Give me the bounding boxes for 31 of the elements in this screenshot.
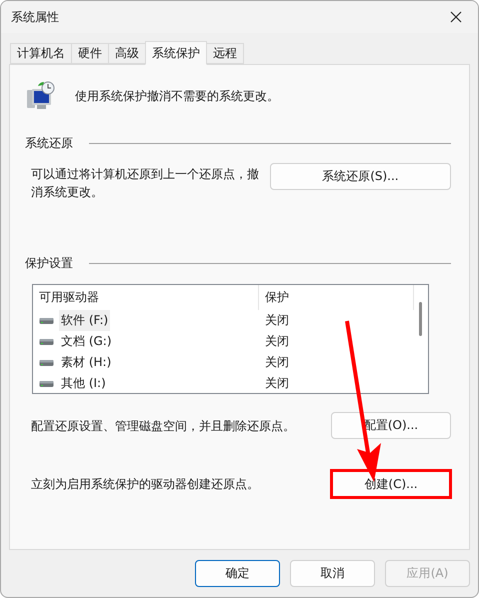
drive-icon [39,316,54,324]
column-header[interactable]: 保护 [259,285,414,310]
drive-name[interactable]: 其他 (I:) [59,373,108,393]
drive-name[interactable]: 文档 (G:) [59,331,114,352]
tab[interactable]: 计算机名 [10,43,72,64]
drive-name[interactable]: 素材 (H:) [59,352,114,373]
system-restore-button[interactable]: 系统还原(S)... [270,163,451,190]
window-title: 系统属性 [11,8,59,26]
computer-restore-icon [25,80,57,112]
drive-icon [39,358,54,366]
tab[interactable]: 高级 [108,43,146,64]
tab[interactable]: 远程 [206,43,244,64]
protection-status: 关闭 [265,375,289,392]
configure-description: 配置还原设置、管理磁盘空间，并且删除还原点。 [31,418,295,434]
intro-text: 使用系统保护撤消不需要的系统更改。 [75,88,279,105]
restore-description: 可以通过将计算机还原到上一个还原点，撤消系统更改。 [31,166,260,201]
create-button[interactable]: 创建(C)... [330,469,452,499]
drive-icon [39,338,54,346]
dialog-button[interactable]: 取消 [290,560,375,587]
section-title: 系统还原 [25,135,73,152]
section-title: 保护设置 [25,255,73,272]
tab[interactable]: 系统保护 [145,41,207,65]
tab[interactable]: 硬件 [71,43,109,64]
protection-status: 关闭 [265,312,289,329]
close-icon [450,11,462,23]
drive-name[interactable]: 软件 (F:) [59,310,110,331]
create-description: 立刻为启用系统保护的驱动器创建还原点。 [31,476,259,493]
protection-status: 关闭 [265,354,289,371]
protection-status: 关闭 [265,333,289,350]
drive-icon [39,380,54,388]
dialog-button[interactable]: 确定 [195,560,280,587]
